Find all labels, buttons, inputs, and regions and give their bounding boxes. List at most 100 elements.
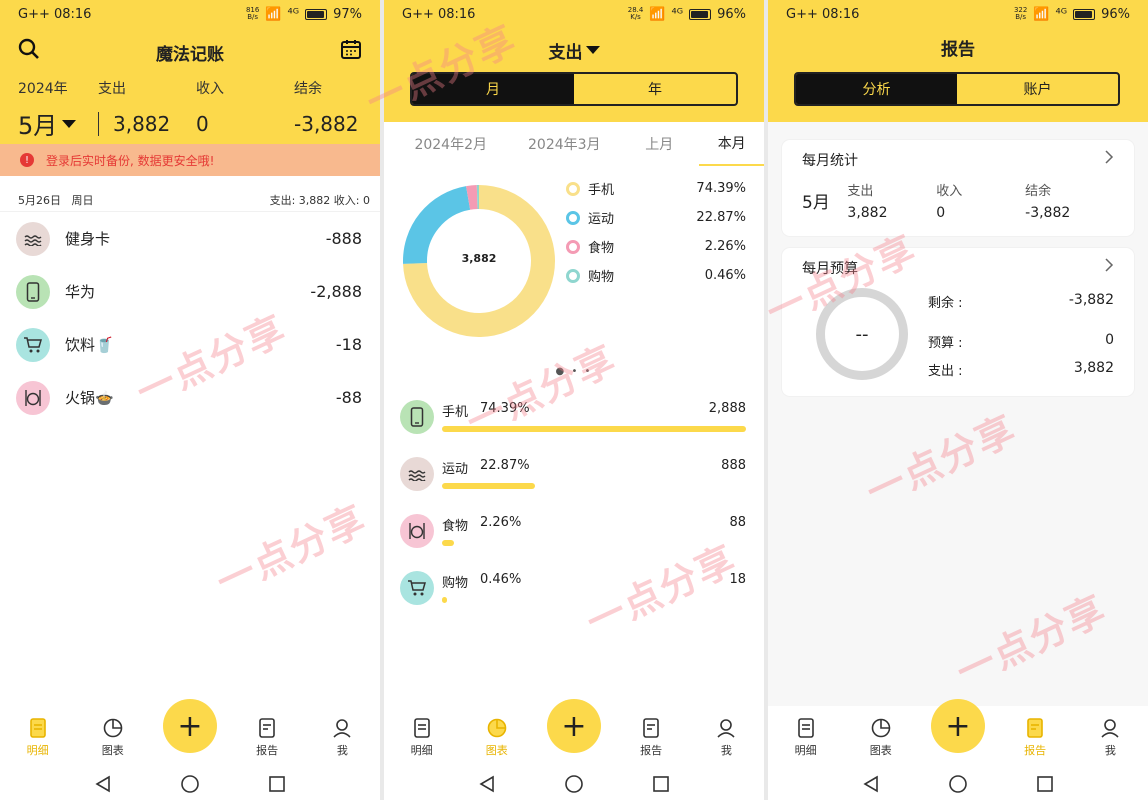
record-amount: -88 (335, 388, 362, 407)
system-nav (768, 768, 1148, 800)
budget-budget-value: 0 (1105, 332, 1114, 348)
legend-pct: 22.87% (696, 210, 746, 225)
balance-label: 结余 (294, 81, 322, 97)
cart-icon (400, 570, 434, 605)
budget-remain-label: 剩余 : (928, 296, 963, 311)
report-toggle: 分析 账户 (794, 72, 1120, 106)
recents-icon[interactable] (653, 776, 670, 792)
page-dots: ● • • (555, 366, 593, 377)
tab-details[interactable]: 明细 (397, 717, 447, 758)
tab-me-label: 我 (720, 743, 732, 757)
day-date: 5月26日 (18, 193, 61, 207)
record-name: 火锅🍲 (65, 389, 114, 407)
tab-details[interactable]: 明细 (13, 717, 63, 758)
user-icon (1101, 718, 1119, 738)
legend-name: 手机 (588, 183, 615, 198)
net-speed: 322 B/s (1014, 7, 1027, 21)
document-icon (413, 717, 430, 738)
expense-label: 支出 (98, 81, 126, 97)
system-nav (0, 768, 380, 800)
add-record-button[interactable]: + (546, 699, 601, 753)
record-amount: -888 (325, 229, 362, 248)
donut-slice-食物[interactable] (466, 185, 478, 210)
battery-level (307, 10, 325, 18)
recents-icon[interactable] (1037, 776, 1054, 792)
details-screen: G++ 08:16 816 B/s 📶 ⁴ᴳ 97% 魔法记账 2024年 支出 … (0, 0, 380, 800)
swim-icon (16, 221, 50, 256)
add-icon: + (945, 708, 971, 744)
tab-me-label: 我 (1104, 743, 1116, 757)
seg-analysis[interactable]: 分析 (796, 74, 957, 104)
backup-banner[interactable]: ! 登录后实时备份, 数据更安全哦! (0, 144, 380, 176)
expense-value: 3,882 (98, 111, 196, 136)
period-tab[interactable]: 2024年2月 (392, 134, 509, 154)
add-record-button[interactable]: + (930, 699, 985, 753)
report-title: 报告 (941, 40, 975, 60)
wifi-icon: 📶 (649, 6, 666, 22)
battery-level (1075, 10, 1093, 18)
ranking-row[interactable]: 食物 2.26% 88 (400, 502, 746, 559)
record-row[interactable]: 健身卡 -888 (0, 212, 380, 265)
record-row[interactable]: 火锅🍲 -88 (0, 371, 380, 424)
month-picker[interactable]: 5月 (18, 106, 98, 141)
ranking-name: 食物 (442, 519, 469, 534)
stats-expense-label: 支出 (847, 184, 874, 199)
add-icon: + (561, 708, 587, 744)
tab-chart[interactable]: 图表 (88, 717, 138, 758)
seg-month[interactable]: 月 (412, 74, 574, 104)
tab-report[interactable]: 报告 (1010, 717, 1060, 758)
tab-details[interactable]: 明细 (781, 717, 831, 758)
tab-chart[interactable]: 图表 (472, 717, 522, 758)
ranking-pct: 22.87% (480, 458, 530, 473)
chart-legend: 手机 74.39% 运动 22.87% 食物 2.26% 购物 0.46% (566, 174, 746, 290)
add-record-button[interactable]: + (162, 699, 217, 753)
tab-details-label: 明细 (410, 743, 433, 757)
ranking-row[interactable]: 购物 0.46% 18 (400, 559, 746, 616)
tab-me-label: 我 (336, 743, 348, 757)
day-header: 5月26日 周日 (18, 192, 94, 208)
record-name: 健身卡 (65, 230, 111, 248)
tab-me[interactable]: 我 (1085, 717, 1135, 758)
balance-value: -3,882 (294, 111, 359, 136)
stats-balance-label: 结余 (1025, 184, 1052, 199)
back-icon[interactable] (863, 775, 879, 793)
recents-icon[interactable] (269, 776, 286, 792)
tab-chart-label: 图表 (101, 743, 124, 757)
home-icon[interactable] (180, 774, 200, 794)
tab-report[interactable]: 报告 (626, 717, 676, 758)
tab-chart[interactable]: 图表 (856, 717, 906, 758)
calendar-icon[interactable] (338, 36, 364, 62)
record-row[interactable]: 饮料🥤 -18 (0, 318, 380, 371)
ranking-row[interactable]: 运动 22.87% 888 (400, 445, 746, 502)
status-bar: G++ 08:16 28.4 K/s 📶 ⁴ᴳ 96% (384, 0, 764, 28)
record-amount: -18 (335, 335, 362, 354)
net-speed-unit: B/s (1015, 13, 1027, 21)
tab-me[interactable]: 我 (317, 717, 367, 758)
back-icon[interactable] (95, 775, 111, 793)
tab-me[interactable]: 我 (701, 717, 751, 758)
chart-type-picker[interactable]: 支出 (384, 28, 764, 72)
period-tab-current[interactable]: 本月 (699, 122, 764, 166)
monthly-budget-card[interactable]: 每月预算 -- 剩余 : -3,882 预算 : 0 支出 : 3,882 (782, 248, 1134, 396)
bottom-tabbar: 明细 图表 + 报告 我 (768, 699, 1148, 768)
period-tab[interactable]: 2024年3月 (509, 134, 619, 154)
record-name: 饮料🥤 (65, 336, 114, 354)
donut-chart-area: 3,882 手机 74.39% 运动 22.87% 食物 2.26% 购物 0.46% (384, 166, 764, 366)
home-icon[interactable] (564, 774, 584, 794)
donut-total: 3,882 (461, 252, 497, 265)
monthly-stats-title: 每月统计 (802, 153, 858, 169)
ranking-row[interactable]: 手机 74.39% 2,888 (400, 388, 746, 445)
monthly-stats-card[interactable]: 每月统计 5月 支出 3,882 收入 0 结余 -3,882 (782, 140, 1134, 236)
stats-income-value: 0 (936, 205, 946, 221)
seg-year[interactable]: 年 (574, 74, 736, 104)
home-icon[interactable] (948, 774, 968, 794)
income-value: 0 (196, 111, 209, 136)
seg-account[interactable]: 账户 (957, 74, 1118, 104)
report-icon (259, 717, 275, 738)
search-icon[interactable] (16, 36, 42, 62)
period-tab[interactable]: 上月 (619, 134, 699, 154)
back-icon[interactable] (479, 775, 495, 793)
status-bar: G++ 08:16 816 B/s 📶 ⁴ᴳ 97% (0, 0, 380, 28)
record-row[interactable]: 华为 -2,888 (0, 265, 380, 318)
tab-report[interactable]: 报告 (242, 717, 292, 758)
